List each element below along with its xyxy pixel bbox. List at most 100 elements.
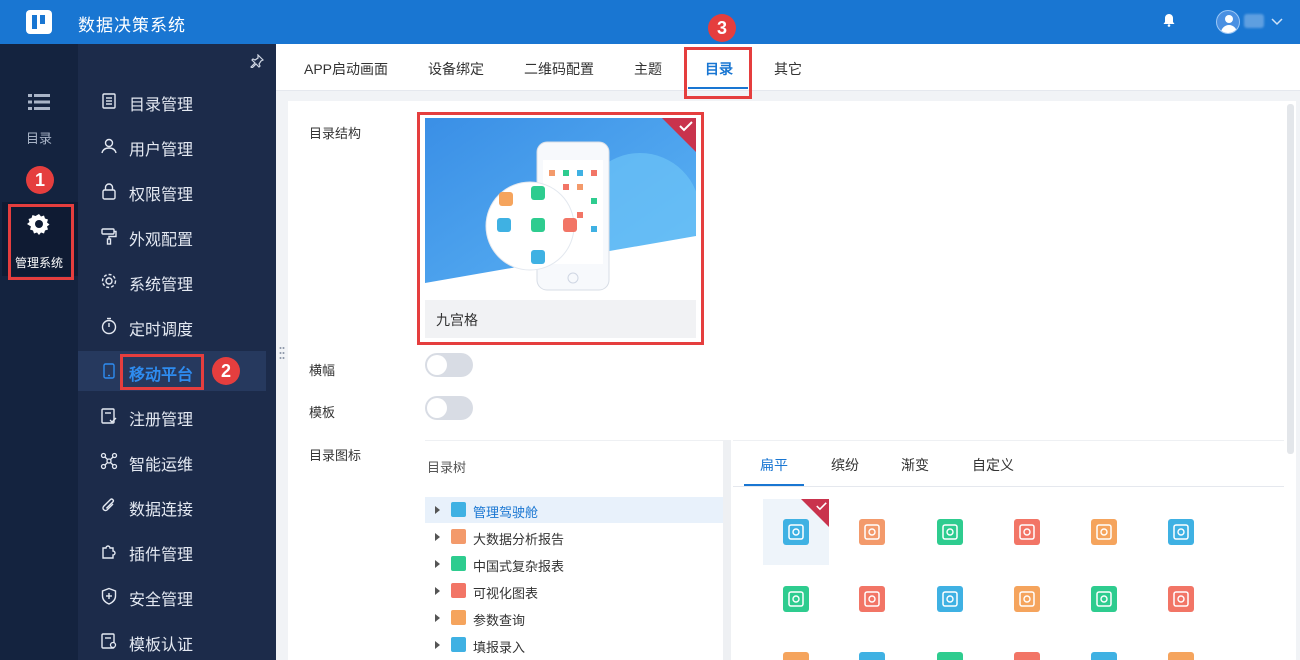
stopwatch-icon [101,317,117,335]
icon-option[interactable] [917,499,983,565]
expand-arrow-icon[interactable] [435,641,440,649]
icon-option[interactable] [1148,499,1214,565]
gear-icon [101,273,117,289]
search-doc-icon [937,519,963,545]
folder-icon [451,637,466,652]
bell-icon[interactable] [1162,13,1176,27]
icon-style-tabs: 扁平 缤纷 渐变 自定义 [733,441,1284,487]
icon-option[interactable] [917,566,983,632]
menu-item[interactable]: 智能运维 [78,441,276,481]
icon-option[interactable] [1148,566,1214,632]
expand-arrow-icon[interactable] [435,533,440,541]
expand-arrow-icon[interactable] [435,614,440,622]
rail-catalog[interactable]: 目录 [0,92,78,147]
icon-option[interactable] [1071,566,1137,632]
annotation-box-catalog-tab [684,47,752,99]
icon-option[interactable] [1071,499,1137,565]
tab-colorful[interactable]: 缤纷 [831,455,859,475]
icon-option[interactable] [994,499,1060,565]
user-icon [101,138,117,154]
menu-item[interactable]: 目录管理 [78,81,276,121]
tree-item[interactable]: 可视化图表 [425,578,723,604]
paint-roller-icon [101,228,117,245]
annotation-number-1: 1 [26,166,54,194]
tab-theme[interactable]: 主题 [634,59,662,79]
folder-icon [451,502,466,517]
menu-item-label: 权限管理 [129,187,194,204]
menu-item-label: 智能运维 [129,457,194,474]
tree-item[interactable]: 大数据分析报告 [425,524,723,550]
tab-device-binding[interactable]: 设备绑定 [428,59,484,79]
menu-item-label: 插件管理 [129,547,194,564]
tab-custom[interactable]: 自定义 [972,455,1014,475]
icon-row3-partial [1014,652,1040,660]
template-label: 模板 [309,405,336,420]
menu-item-label: 数据连接 [129,502,194,519]
folder-icon [451,556,466,571]
icon-option[interactable] [839,566,905,632]
menu-item[interactable]: 外观配置 [78,216,276,256]
scale-icon [937,586,963,612]
paperclip-icon [102,498,115,512]
bar-chart-icon [1168,519,1194,545]
tree-item[interactable]: 管理驾驶舱 [425,497,723,523]
menu-item[interactable]: 系统管理 [78,261,276,301]
tree-item-label: 大数据分析报告 [473,532,565,547]
expand-arrow-icon[interactable] [435,560,440,568]
briefcase-icon [1014,586,1040,612]
menu-item[interactable]: 注册管理 [78,396,276,436]
app-title: 数据决策系统 [78,16,186,35]
list-icon [28,94,50,110]
annotation-box-admin [8,204,74,280]
network-icon [100,452,118,470]
expand-arrow-icon[interactable] [435,587,440,595]
check-icon [816,502,827,511]
panel-divider[interactable] [723,440,731,660]
folder-icon [451,583,466,598]
tree-item-label: 管理驾驶舱 [473,505,539,520]
chevron-down-icon[interactable] [1270,14,1284,28]
avatar[interactable] [1216,10,1240,34]
tab-gradient[interactable]: 渐变 [901,455,929,475]
icon-option[interactable] [994,566,1060,632]
menu-item[interactable]: 安全管理 [78,576,276,616]
icon-option[interactable] [839,499,905,565]
tab-qrcode[interactable]: 二维码配置 [524,59,594,79]
icon-option[interactable] [763,566,829,632]
menu-item[interactable]: 用户管理 [78,126,276,166]
top-bar: 数据决策系统 [0,0,1300,44]
icon-row3-partial [859,652,885,660]
tree-item-label: 可视化图表 [473,586,539,601]
icon-option[interactable] [763,499,829,565]
annotation-box-mobile [120,354,204,390]
tree-item[interactable]: 填报录入 [425,632,723,658]
cycle-icon [859,586,885,612]
scrollbar-thumb[interactable] [1287,104,1294,454]
expand-arrow-icon[interactable] [435,506,440,514]
tab-app-splash[interactable]: APP启动画面 [304,59,388,79]
template-toggle[interactable] [425,396,473,420]
user-name-blurred[interactable] [1244,14,1264,28]
menu-item[interactable]: 数据连接 [78,486,276,526]
menu-item[interactable]: 定时调度 [78,306,276,346]
image-frame-icon [859,519,885,545]
tree-item[interactable]: 参数查询 [425,605,723,631]
puzzle-icon [102,545,116,559]
menu-item[interactable]: 模板认证 [78,621,276,660]
menu-item-label: 目录管理 [129,97,194,114]
tab-other[interactable]: 其它 [774,59,802,79]
icon-row3-partial [937,652,963,660]
menu-item-label: 系统管理 [129,277,194,294]
pin-icon[interactable] [250,54,264,68]
menu-item[interactable]: 插件管理 [78,531,276,571]
tab-flat[interactable]: 扁平 [760,455,788,475]
splitter-handle[interactable] [279,346,285,360]
tree-item[interactable]: 中国式复杂报表 [425,551,723,577]
icon-row3-partial [783,652,809,660]
rail-catalog-label: 目录 [25,131,52,146]
menu-item-label: 定时调度 [129,322,194,339]
banner-toggle[interactable] [425,353,473,377]
menu-item[interactable]: 权限管理 [78,171,276,211]
left-rail: 目录 管理系统 [0,44,78,660]
tree-item-label: 参数查询 [473,613,526,628]
